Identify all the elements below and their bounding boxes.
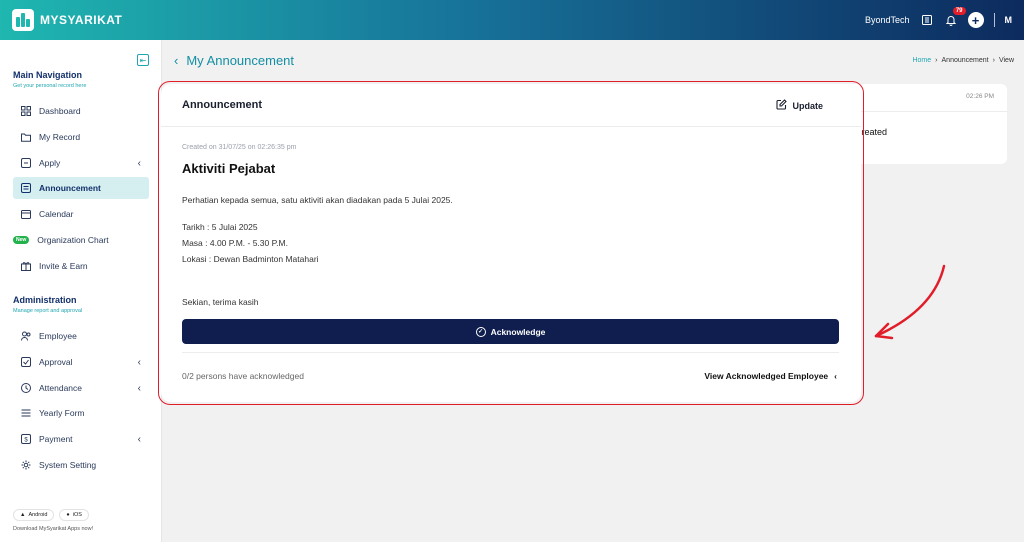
sidebar-item-label: Payment <box>39 434 73 444</box>
acknowledge-count: 0/2 persons have acknowledged <box>182 371 304 381</box>
announcement-body-line: Masa : 4.00 P.M. - 5.30 P.M. <box>182 238 288 248</box>
avatar[interactable]: M <box>1005 15 1013 25</box>
sidebar-item-label: Invite & Earn <box>39 261 88 271</box>
admin-title: Administration <box>13 295 77 305</box>
calendar-icon <box>21 209 31 219</box>
breadcrumb-view: View <box>998 57 1014 64</box>
sidebar-item-payment[interactable]: $ Payment ‹ <box>13 428 149 450</box>
android-icon: ▲ <box>20 512 26 518</box>
grid-icon <box>21 106 31 116</box>
breadcrumb-announcement[interactable]: Announcement <box>942 57 989 64</box>
list-item-time: 02:26 PM <box>966 93 994 100</box>
edit-icon <box>776 99 788 112</box>
announcement-body-line: Lokasi : Dewan Badminton Matahari <box>182 254 319 264</box>
chevron-left-icon: ‹ <box>137 157 141 169</box>
add-button[interactable]: + <box>967 12 984 28</box>
check-square-icon <box>21 357 31 367</box>
chevron-right-icon: › <box>992 57 995 64</box>
apply-icon <box>21 158 31 168</box>
divider <box>993 13 995 27</box>
sidebar-item-label: System Setting <box>39 460 97 470</box>
sidebar-item-yearly-form[interactable]: Yearly Form <box>13 402 149 424</box>
svg-text:$: $ <box>24 438 28 444</box>
folder-icon <box>21 132 31 142</box>
users-icon <box>21 331 31 341</box>
chevron-left-icon: ‹ <box>137 356 141 368</box>
sidebar: ⇤ Main Navigation Get your personal reco… <box>0 40 162 542</box>
announcement-detail-card: Announcement Update Created on 31/07/25 … <box>161 84 861 402</box>
check-circle-icon: ✓ <box>475 326 486 337</box>
sidebar-item-invite-earn[interactable]: Invite & Earn <box>13 255 149 277</box>
sidebar-item-employee[interactable]: Employee <box>13 325 149 347</box>
collapse-sidebar-icon[interactable]: ⇤ <box>137 54 149 66</box>
sidebar-item-announcement[interactable]: Announcement <box>13 177 149 199</box>
top-bar: MYSYARIKAT ByondTech 79 + M <box>0 0 1024 40</box>
sidebar-item-apply[interactable]: Apply ‹ <box>13 152 149 174</box>
app-logo[interactable]: MYSYARIKAT <box>12 9 122 31</box>
sidebar-item-label: Announcement <box>39 183 101 193</box>
sidebar-item-my-record[interactable]: My Record <box>13 126 149 148</box>
admin-subtitle: Manage report and approval <box>13 308 83 314</box>
apple-icon: ● <box>66 512 70 518</box>
page-title-row: ‹ My Announcement <box>174 53 294 68</box>
acknowledge-button[interactable]: ✓ Acknowledge <box>182 319 839 344</box>
sidebar-item-label: Approval <box>39 357 73 367</box>
sidebar-item-label: Employee <box>39 331 77 341</box>
annotation-arrow-icon <box>874 264 946 340</box>
notification-badge: 79 <box>952 7 966 15</box>
created-timestamp: Created on 31/07/25 on 02:26:35 pm <box>182 144 297 151</box>
update-button[interactable]: Update <box>776 99 823 112</box>
new-badge: New <box>13 236 30 244</box>
sidebar-item-label: Dashboard <box>39 106 81 116</box>
divider <box>161 126 861 127</box>
sidebar-item-label: Organization Chart <box>37 235 109 245</box>
app-name: MYSYARIKAT <box>40 13 123 27</box>
chevron-left-icon: ‹ <box>834 371 837 381</box>
breadcrumb-home[interactable]: Home <box>912 57 931 64</box>
divider <box>182 352 839 353</box>
announcement-body-line: Perhatian kepada semua, satu aktiviti ak… <box>182 195 453 205</box>
sidebar-item-label: Attendance <box>39 383 83 393</box>
sidebar-item-label: Yearly Form <box>39 408 85 418</box>
building-icon[interactable] <box>920 13 934 27</box>
page-title: My Announcement <box>186 53 295 68</box>
sidebar-item-approval[interactable]: Approval ‹ <box>13 351 149 373</box>
chevron-right-icon: › <box>935 57 938 64</box>
card-heading: Announcement <box>182 99 263 111</box>
sidebar-item-label: Apply <box>39 158 61 168</box>
announcement-body-line: Sekian, terima kasih <box>182 297 259 307</box>
ios-button[interactable]: ● iOS <box>59 509 89 521</box>
bell-icon[interactable]: 79 <box>944 7 966 27</box>
announcement-body-line: Tarikh : 5 Julai 2025 <box>182 222 258 232</box>
sidebar-item-label: My Record <box>39 132 81 142</box>
sidebar-item-calendar[interactable]: Calendar <box>13 203 149 225</box>
back-chevron-icon[interactable]: ‹ <box>174 53 178 68</box>
company-name[interactable]: ByondTech <box>865 15 910 25</box>
sidebar-item-system-setting[interactable]: System Setting <box>13 454 149 476</box>
form-icon <box>21 408 31 418</box>
view-acknowledged-employee-link[interactable]: View Acknowledged Employee ‹ <box>704 371 837 381</box>
chevron-left-icon: ‹ <box>137 433 141 445</box>
sidebar-item-label: Calendar <box>39 209 74 219</box>
download-note: Download MySyarikat Apps now! <box>13 526 94 532</box>
payment-icon: $ <box>21 434 31 444</box>
breadcrumb: Home › Announcement › View <box>912 57 1014 64</box>
chevron-left-icon: ‹ <box>137 382 141 394</box>
sidebar-item-organization-chart[interactable]: New Organization Chart <box>13 229 149 251</box>
announcement-icon <box>21 183 31 193</box>
logo-mark-icon <box>12 9 34 31</box>
main-nav-subtitle: Get your personal record here <box>13 83 87 89</box>
sidebar-item-dashboard[interactable]: Dashboard <box>13 100 149 122</box>
gift-icon <box>21 261 31 271</box>
main-nav-title: Main Navigation <box>13 70 83 80</box>
clock-icon <box>21 383 31 393</box>
announcement-title: Aktiviti Pejabat <box>182 161 276 176</box>
gear-icon <box>21 460 31 470</box>
sidebar-item-attendance[interactable]: Attendance ‹ <box>13 377 149 399</box>
list-item-text: created <box>857 127 888 137</box>
android-button[interactable]: ▲ Android <box>13 509 55 521</box>
